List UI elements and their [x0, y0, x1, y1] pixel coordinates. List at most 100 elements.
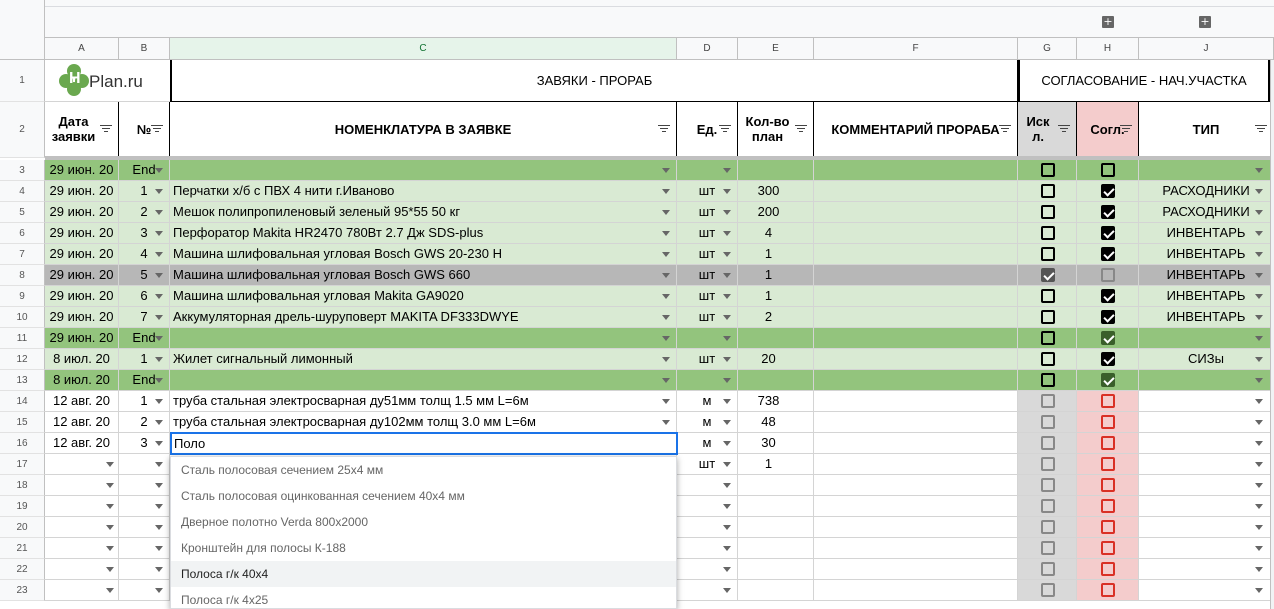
approve-cell[interactable]: [1077, 202, 1139, 223]
dropdown-arrow-icon[interactable]: [155, 420, 163, 425]
dropdown-arrow-icon[interactable]: [723, 315, 731, 320]
dropdown-arrow-icon[interactable]: [662, 336, 670, 341]
type-cell[interactable]: [1139, 370, 1274, 391]
unit-cell[interactable]: шт: [677, 202, 738, 223]
approve-cell[interactable]: [1077, 412, 1139, 433]
exclude-cell[interactable]: [1018, 307, 1077, 328]
qty-cell[interactable]: 4: [738, 223, 814, 244]
exclude-cell[interactable]: [1018, 412, 1077, 433]
exclude-cell[interactable]: [1018, 265, 1077, 286]
unit-cell[interactable]: шт: [677, 265, 738, 286]
exclude-checkbox[interactable]: [1040, 562, 1055, 576]
approve-checkbox[interactable]: [1101, 415, 1115, 429]
comment-cell[interactable]: [814, 244, 1018, 265]
type-cell[interactable]: [1139, 538, 1274, 559]
qty-cell[interactable]: [738, 559, 814, 580]
dropdown-arrow-icon[interactable]: [155, 357, 163, 362]
qty-cell[interactable]: 48: [738, 412, 814, 433]
approve-checkbox[interactable]: [1101, 331, 1115, 345]
approve-checkbox[interactable]: [1101, 352, 1115, 366]
unit-cell[interactable]: [677, 475, 738, 496]
date-cell[interactable]: 12 авг. 20: [45, 412, 119, 433]
comment-cell[interactable]: [814, 538, 1018, 559]
exclude-cell[interactable]: [1018, 538, 1077, 559]
number-cell[interactable]: 1: [119, 391, 170, 412]
qty-cell[interactable]: [738, 538, 814, 559]
date-cell[interactable]: 29 июн. 20: [45, 223, 119, 244]
qty-cell[interactable]: 1: [738, 265, 814, 286]
approve-checkbox[interactable]: [1101, 268, 1115, 282]
dropdown-arrow-icon[interactable]: [1255, 420, 1263, 425]
approve-cell[interactable]: [1077, 370, 1139, 391]
date-cell[interactable]: 8 июл. 20: [45, 349, 119, 370]
dropdown-arrow-icon[interactable]: [1255, 273, 1263, 278]
nomenclature-cell[interactable]: Машина шлифовальная угловая Bosch GWS 66…: [170, 265, 677, 286]
number-cell[interactable]: End: [119, 328, 170, 349]
approve-cell[interactable]: [1077, 328, 1139, 349]
comment-cell[interactable]: [814, 517, 1018, 538]
dropdown-arrow-icon[interactable]: [662, 168, 670, 173]
type-cell[interactable]: [1139, 391, 1274, 412]
suggestion-option[interactable]: Полоса г/к 40х4: [171, 561, 676, 587]
number-cell[interactable]: 1: [119, 349, 170, 370]
dropdown-arrow-icon[interactable]: [1255, 315, 1263, 320]
unit-cell[interactable]: м: [677, 412, 738, 433]
date-cell[interactable]: 29 июн. 20: [45, 160, 119, 181]
number-cell[interactable]: [119, 538, 170, 559]
comment-cell[interactable]: [814, 286, 1018, 307]
approve-checkbox[interactable]: [1101, 541, 1115, 555]
qty-cell[interactable]: [738, 160, 814, 181]
suggestion-option[interactable]: Сталь полосовая оцинкованная сечением 40…: [171, 483, 676, 509]
exclude-cell[interactable]: [1018, 433, 1077, 454]
filter-icon[interactable]: [795, 125, 807, 133]
exclude-checkbox[interactable]: [1040, 415, 1055, 429]
type-cell[interactable]: ИНВЕНТАРЬ: [1139, 307, 1274, 328]
comment-cell[interactable]: [814, 223, 1018, 244]
row-number[interactable]: 18: [0, 475, 45, 496]
date-cell[interactable]: 29 июн. 20: [45, 181, 119, 202]
approve-cell[interactable]: [1077, 433, 1139, 454]
dropdown-arrow-icon[interactable]: [662, 399, 670, 404]
row-number[interactable]: 7: [0, 244, 45, 265]
dropdown-arrow-icon[interactable]: [723, 273, 731, 278]
qty-cell[interactable]: 1: [738, 244, 814, 265]
row-number[interactable]: 9: [0, 286, 45, 307]
dropdown-arrow-icon[interactable]: [662, 378, 670, 383]
comment-cell[interactable]: [814, 475, 1018, 496]
dropdown-arrow-icon[interactable]: [723, 567, 731, 572]
dropdown-arrow-icon[interactable]: [1255, 588, 1263, 593]
dropdown-arrow-icon[interactable]: [723, 588, 731, 593]
suggestion-option[interactable]: Сталь полосовая сечением 25х4 мм: [171, 457, 676, 483]
approve-checkbox[interactable]: [1101, 163, 1115, 177]
date-cell[interactable]: 12 авг. 20: [45, 433, 119, 454]
row-number[interactable]: 14: [0, 391, 45, 412]
approve-cell[interactable]: [1077, 538, 1139, 559]
dropdown-arrow-icon[interactable]: [662, 231, 670, 236]
dropdown-arrow-icon[interactable]: [155, 273, 163, 278]
filter-icon[interactable]: [1058, 125, 1070, 133]
nomenclature-cell[interactable]: Машина шлифовальная угловая Makita GA902…: [170, 286, 677, 307]
approve-cell[interactable]: [1077, 496, 1139, 517]
date-cell[interactable]: [45, 496, 119, 517]
exclude-cell[interactable]: [1018, 181, 1077, 202]
exclude-checkbox[interactable]: [1040, 331, 1055, 345]
comment-cell[interactable]: [814, 412, 1018, 433]
date-cell[interactable]: 12 авг. 20: [45, 391, 119, 412]
dropdown-arrow-icon[interactable]: [1255, 336, 1263, 341]
dropdown-arrow-icon[interactable]: [155, 525, 163, 530]
date-cell[interactable]: 29 июн. 20: [45, 286, 119, 307]
nomenclature-cell[interactable]: Перфоратор Makita HR2470 780Вт 2.7 Дж SD…: [170, 223, 677, 244]
number-cell[interactable]: 6: [119, 286, 170, 307]
qty-cell[interactable]: [738, 475, 814, 496]
date-cell[interactable]: [45, 580, 119, 601]
comment-cell[interactable]: [814, 202, 1018, 223]
date-cell[interactable]: 8 июл. 20: [45, 370, 119, 391]
exclude-cell[interactable]: [1018, 160, 1077, 181]
number-cell[interactable]: [119, 475, 170, 496]
column-header-a[interactable]: A: [45, 38, 119, 60]
row-number[interactable]: 12: [0, 349, 45, 370]
comment-cell[interactable]: [814, 265, 1018, 286]
unit-cell[interactable]: шт: [677, 286, 738, 307]
dropdown-arrow-icon[interactable]: [1255, 483, 1263, 488]
filter-icon[interactable]: [151, 125, 163, 133]
